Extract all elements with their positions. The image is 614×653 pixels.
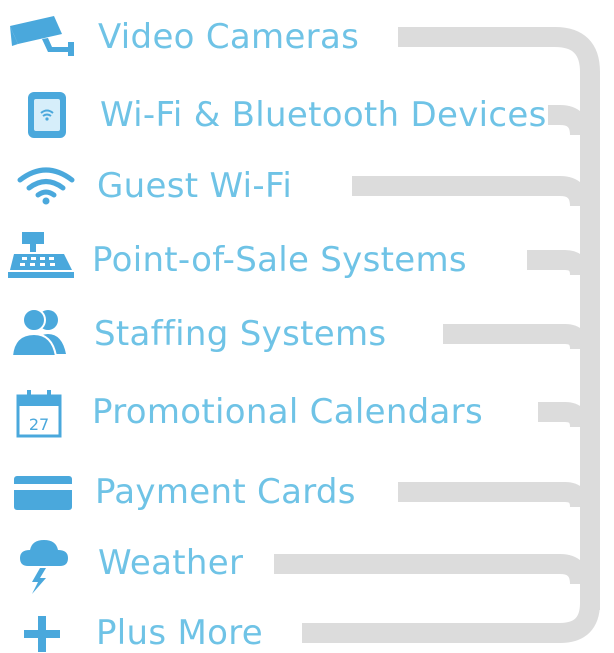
connector-staffing — [443, 324, 590, 350]
security-camera-icon — [10, 16, 74, 56]
label-guest-wifi: Guest Wi-Fi — [97, 166, 293, 206]
connector-wifi-bluetooth — [548, 105, 590, 136]
tablet-icon — [28, 92, 66, 138]
cash-register-icon — [8, 232, 74, 278]
connector-plus-more — [302, 602, 600, 643]
plus-icon — [24, 616, 60, 652]
label-point-of-sale-systems: Point-of-Sale Systems — [92, 240, 467, 280]
label-plus-more: Plus More — [96, 613, 264, 653]
people-icon — [10, 308, 66, 357]
label-wifi-bluetooth-devices: Wi-Fi & Bluetooth Devices — [100, 95, 547, 135]
label-video-cameras: Video Cameras — [98, 17, 360, 57]
connector-point-of-sale — [527, 250, 590, 276]
label-promotional-calendars: Promotional Calendars — [92, 392, 483, 432]
credit-card-icon — [14, 476, 72, 510]
storm-cloud-icon — [20, 540, 68, 594]
connector-promotional-calendars — [538, 402, 590, 428]
label-weather: Weather — [98, 543, 244, 583]
connector-guest-wifi — [352, 176, 590, 207]
label-staffing-systems: Staffing Systems — [94, 314, 387, 354]
connector-weather — [274, 554, 590, 585]
calendar-icon: 27 — [16, 390, 62, 438]
label-payment-cards: Payment Cards — [95, 472, 356, 512]
wifi-icon — [17, 167, 75, 205]
connector-payment-cards — [398, 482, 590, 508]
calendar-day-number: 27 — [29, 415, 49, 434]
